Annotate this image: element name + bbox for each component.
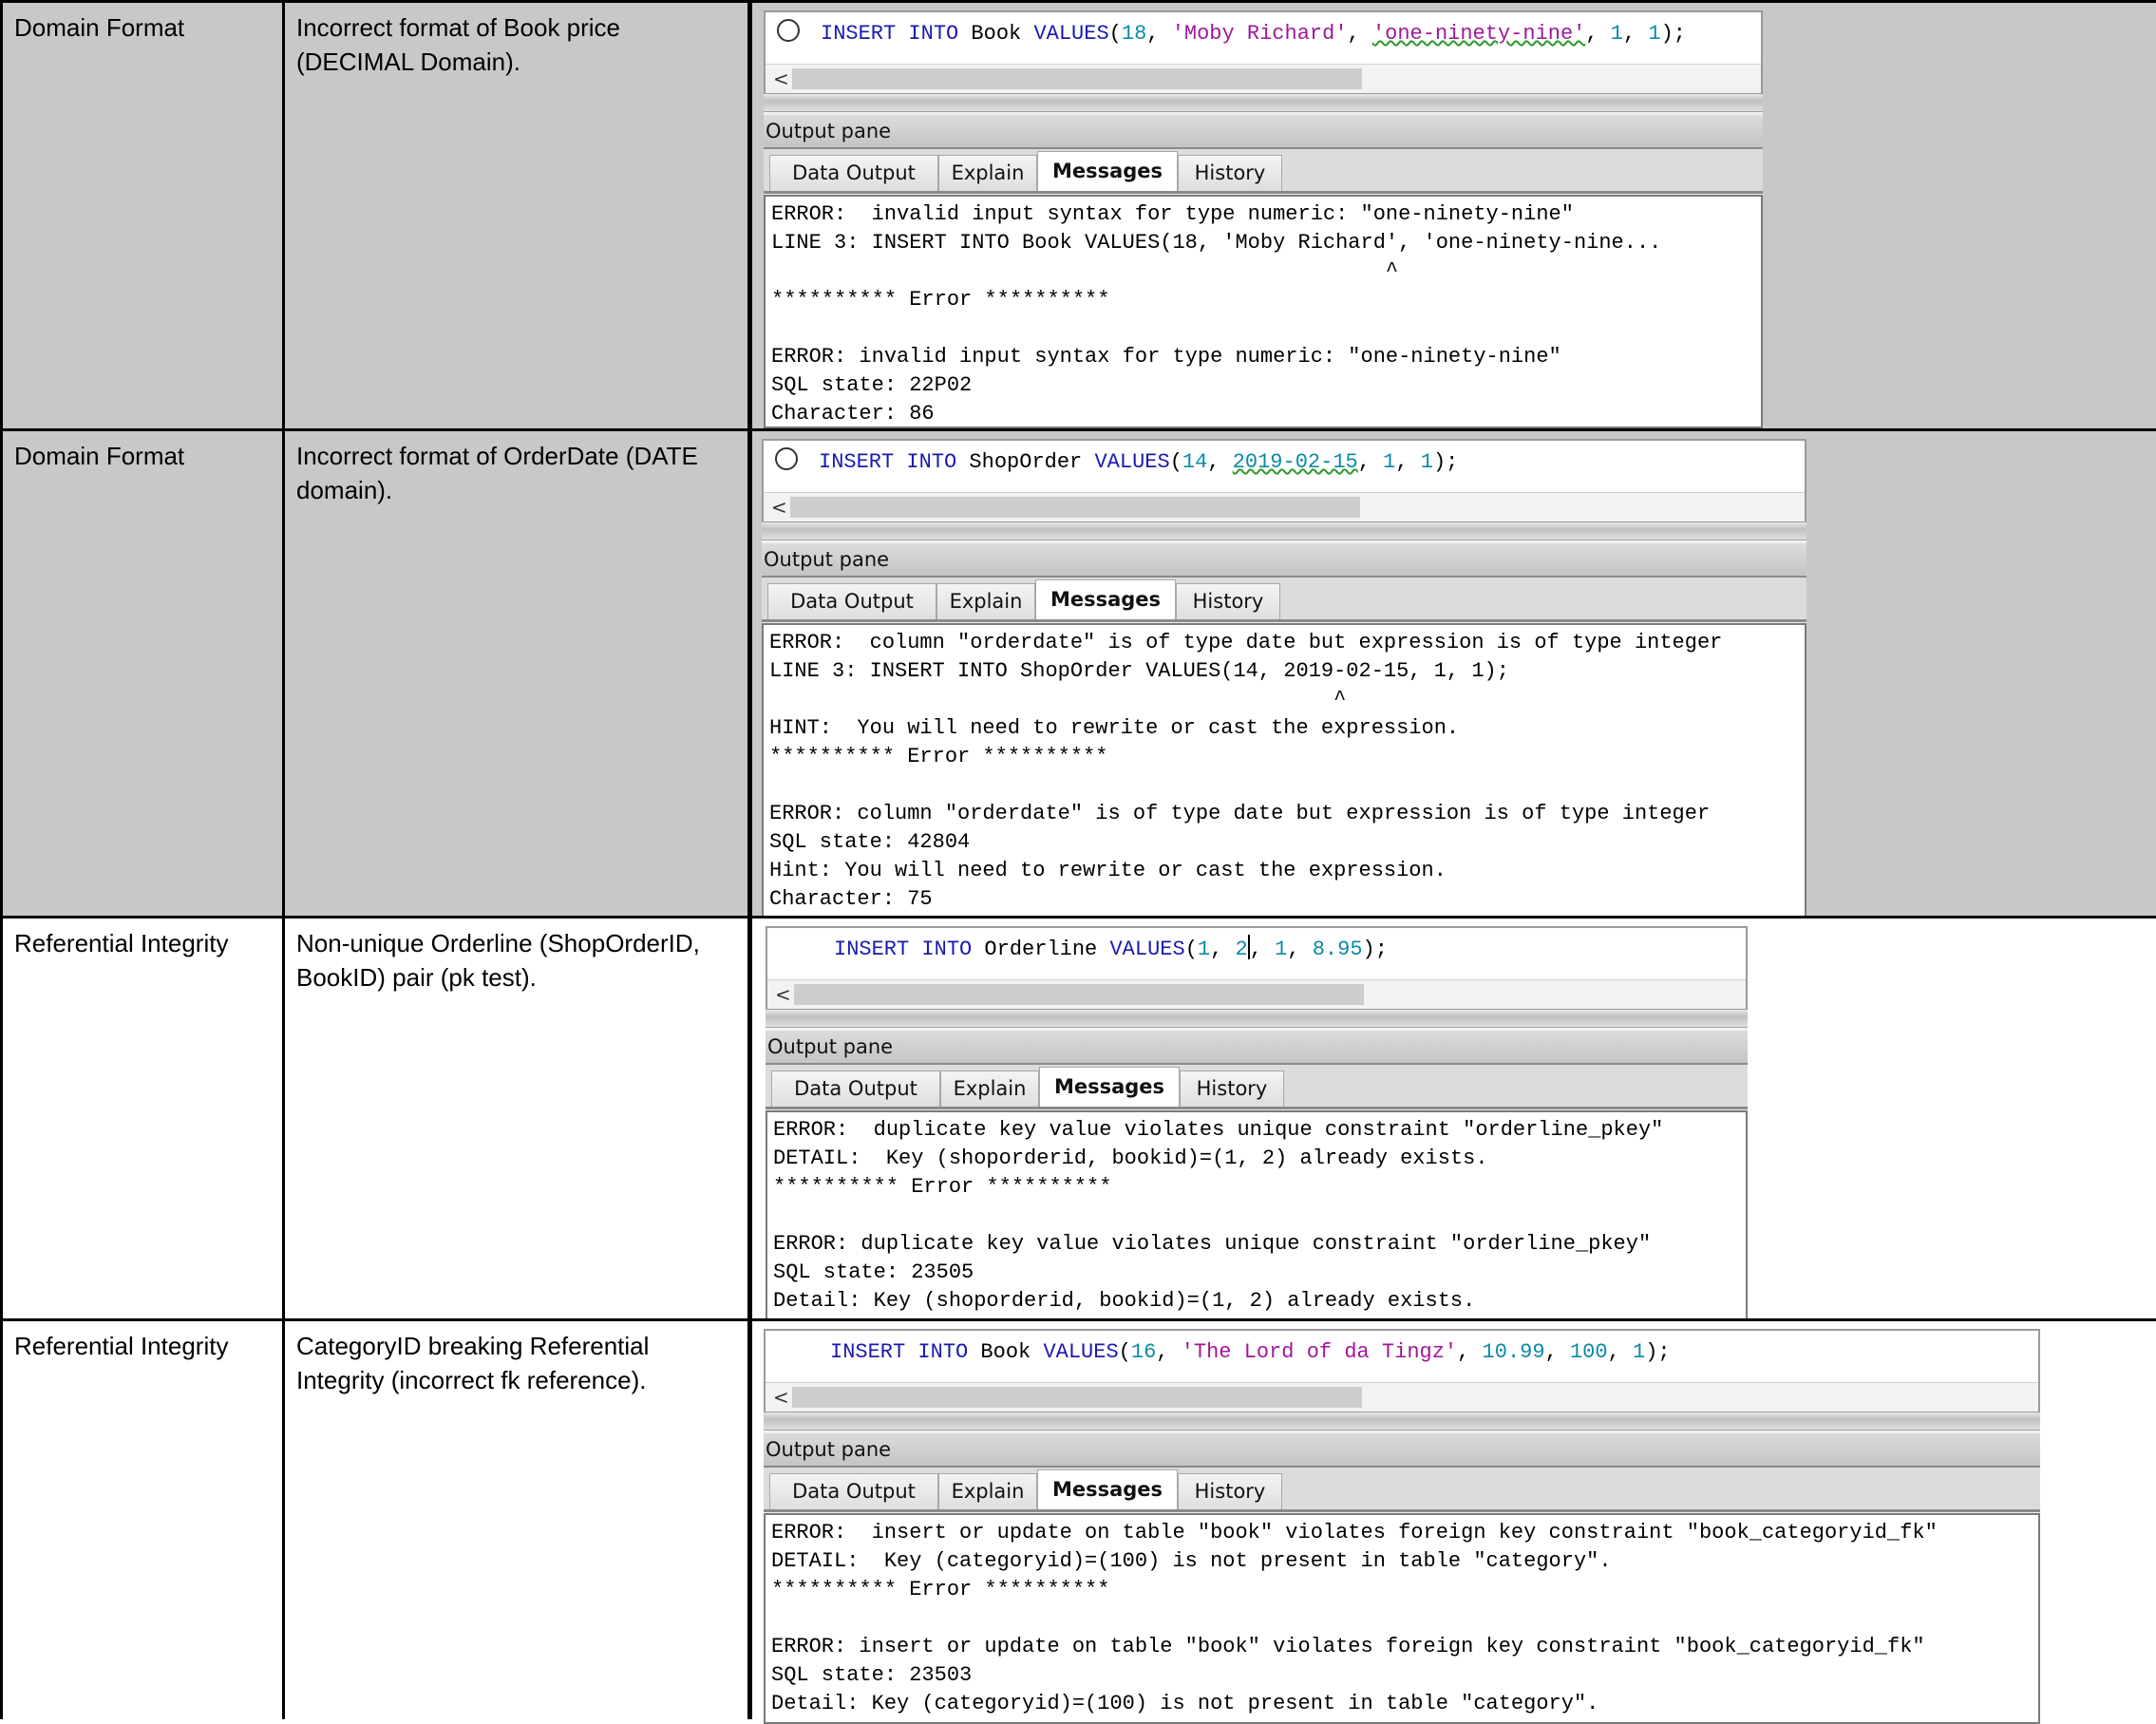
pgadmin-screenshot: INSERT INTO ShopOrder VALUES(14, 2019-02… (762, 439, 1806, 918)
output-tabs: Data Output Explain Messages History (764, 1468, 2040, 1512)
test-type-cell: Domain Format (0, 0, 285, 431)
scrollbar-thumb[interactable] (792, 68, 1362, 89)
tab-history[interactable]: History (1176, 583, 1280, 619)
tab-explain[interactable]: Explain (936, 583, 1035, 619)
test-description-cell: Incorrect format of Book price (DECIMAL … (285, 0, 752, 431)
test-description: CategoryID breaking Referential Integrit… (296, 1332, 650, 1394)
test-description: Incorrect format of Book price (DECIMAL … (296, 13, 621, 76)
test-type-cell: Referential Integrity (0, 916, 285, 1321)
sql-query: INSERT INTO Book VALUES(16, 'The Lord of… (830, 1340, 1671, 1364)
sql-editor[interactable]: INSERT INTO Orderline VALUES(1, 2, 1, 8.… (766, 926, 1748, 1010)
output-pane-title: Output pane (762, 543, 1806, 578)
scroll-left-icon[interactable]: < (771, 493, 787, 521)
test-type: Referential Integrity (14, 1332, 229, 1360)
sql-query: INSERT INTO Book VALUES(18, 'Moby Richar… (777, 18, 1686, 50)
scroll-left-icon[interactable]: < (773, 65, 789, 93)
tab-explain[interactable]: Explain (940, 1070, 1039, 1107)
screenshot-cell: INSERT INTO Orderline VALUES(1, 2, 1, 8.… (752, 916, 2156, 1321)
test-description: Incorrect format of OrderDate (DATE doma… (296, 442, 698, 504)
output-tabs: Data Output Explain Messages History (766, 1065, 1748, 1109)
tab-data-output[interactable]: Data Output (767, 583, 936, 619)
output-pane-title: Output pane (764, 115, 1763, 149)
tab-explain[interactable]: Explain (938, 1473, 1037, 1509)
splitter[interactable] (764, 94, 1763, 112)
test-description: Non-unique Orderline (ShopOrderID, BookI… (296, 929, 700, 992)
test-type-cell: Referential Integrity (0, 1318, 285, 1719)
test-type: Domain Format (14, 442, 185, 470)
horizontal-scrollbar[interactable]: < (764, 492, 1805, 521)
scroll-left-icon[interactable]: < (775, 980, 791, 1009)
tab-messages[interactable]: Messages (1035, 579, 1176, 619)
messages-panel: ERROR: duplicate key value violates uniq… (766, 1110, 1748, 1320)
output-pane-title: Output pane (764, 1433, 2040, 1468)
output-tabs: Data Output Explain Messages History (764, 149, 1763, 194)
sql-query: INSERT INTO ShopOrder VALUES(14, 2019-02… (775, 446, 1458, 479)
error-messages: ERROR: column "orderdate" is of type dat… (769, 631, 1723, 911)
pgadmin-screenshot: INSERT INTO Book VALUES(16, 'The Lord of… (764, 1329, 2040, 1724)
error-messages: ERROR: invalid input syntax for type num… (771, 202, 1662, 426)
error-messages: ERROR: insert or update on table "book" … (771, 1521, 1938, 1715)
test-description-cell: CategoryID breaking Referential Integrit… (285, 1318, 752, 1719)
output-pane-title: Output pane (766, 1031, 1748, 1065)
test-description-cell: Incorrect format of OrderDate (DATE doma… (285, 428, 752, 919)
breakpoint-icon (777, 19, 800, 42)
screenshot-cell: INSERT INTO Book VALUES(18, 'Moby Richar… (752, 0, 2156, 431)
splitter[interactable] (766, 1010, 1748, 1028)
tab-data-output[interactable]: Data Output (769, 1473, 938, 1509)
horizontal-scrollbar[interactable]: < (766, 64, 1761, 93)
horizontal-scrollbar[interactable]: < (766, 1382, 2038, 1411)
tab-explain[interactable]: Explain (938, 155, 1037, 191)
sql-editor[interactable]: INSERT INTO Book VALUES(16, 'The Lord of… (764, 1329, 2040, 1412)
screenshot-cell: INSERT INTO Book VALUES(16, 'The Lord of… (752, 1318, 2156, 1724)
sql-editor[interactable]: INSERT INTO ShopOrder VALUES(14, 2019-02… (762, 439, 1806, 522)
tab-messages[interactable]: Messages (1037, 1469, 1178, 1509)
tab-history[interactable]: History (1180, 1070, 1284, 1107)
pgadmin-screenshot: INSERT INTO Book VALUES(18, 'Moby Richar… (764, 10, 1763, 428)
test-type: Referential Integrity (14, 929, 229, 957)
scroll-left-icon[interactable]: < (773, 1383, 789, 1411)
breakpoint-icon (775, 447, 798, 470)
splitter[interactable] (764, 1412, 2040, 1430)
test-type: Domain Format (14, 13, 185, 42)
output-tabs: Data Output Explain Messages History (762, 578, 1806, 622)
scrollbar-thumb[interactable] (790, 497, 1360, 518)
sql-editor[interactable]: INSERT INTO Book VALUES(18, 'Moby Richar… (764, 10, 1763, 94)
scrollbar-thumb[interactable] (794, 984, 1364, 1005)
messages-panel: ERROR: column "orderdate" is of type dat… (762, 623, 1806, 918)
tab-data-output[interactable]: Data Output (771, 1070, 940, 1107)
pgadmin-screenshot: INSERT INTO Orderline VALUES(1, 2, 1, 8.… (766, 926, 1748, 1320)
messages-panel: ERROR: invalid input syntax for type num… (764, 195, 1763, 428)
scrollbar-thumb[interactable] (792, 1387, 1362, 1408)
test-table: Domain Format Incorrect format of Book p… (0, 0, 2156, 1724)
sql-query: INSERT INTO Orderline VALUES(1, 2, 1, 8.… (834, 934, 1388, 966)
tab-messages[interactable]: Messages (1037, 151, 1178, 191)
screenshot-cell: INSERT INTO ShopOrder VALUES(14, 2019-02… (752, 428, 2156, 919)
horizontal-scrollbar[interactable]: < (767, 979, 1746, 1009)
messages-panel: ERROR: insert or update on table "book" … (764, 1513, 2040, 1724)
splitter[interactable] (762, 522, 1806, 540)
tab-history[interactable]: History (1178, 155, 1282, 191)
error-messages: ERROR: duplicate key value violates uniq… (773, 1118, 1664, 1313)
test-type-cell: Domain Format (0, 428, 285, 919)
test-description-cell: Non-unique Orderline (ShopOrderID, BookI… (285, 916, 752, 1321)
tab-data-output[interactable]: Data Output (769, 155, 938, 191)
tab-history[interactable]: History (1178, 1473, 1282, 1509)
tab-messages[interactable]: Messages (1039, 1067, 1180, 1107)
